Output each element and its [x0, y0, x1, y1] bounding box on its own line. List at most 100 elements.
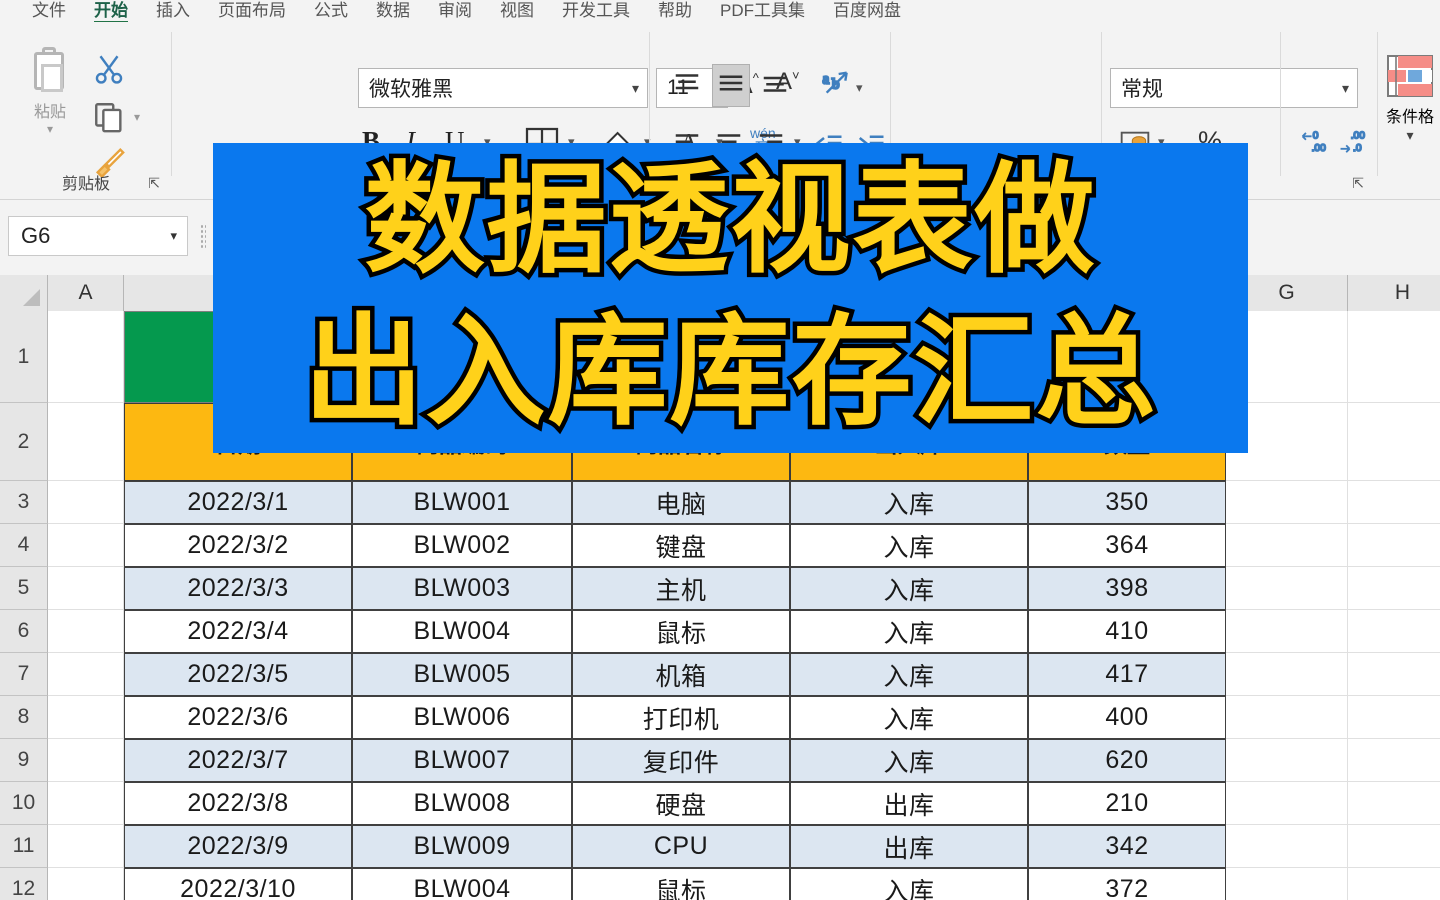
- cell-A9[interactable]: [48, 739, 124, 782]
- row-header-6[interactable]: 6: [0, 610, 48, 653]
- table-row[interactable]: 2022/3/4 BLW004 鼠标 入库 410: [124, 610, 1226, 653]
- table-cell[interactable]: 机箱: [572, 653, 790, 696]
- chevron-down-icon[interactable]: ▾: [1342, 80, 1357, 97]
- ribbon-tab-0[interactable]: 文件: [18, 0, 80, 22]
- column-header-A[interactable]: A: [48, 275, 124, 311]
- increase-decimal-icon[interactable]: 0 .00: [1298, 126, 1332, 163]
- cell-A11[interactable]: [48, 825, 124, 868]
- cell-H4[interactable]: [1348, 524, 1440, 567]
- number-format-combo[interactable]: 常规 ▾: [1110, 68, 1358, 108]
- cell-A6[interactable]: [48, 610, 124, 653]
- table-cell[interactable]: BLW004: [352, 868, 572, 900]
- cell-H6[interactable]: [1348, 610, 1440, 653]
- cell-H10[interactable]: [1348, 782, 1440, 825]
- ribbon-tab-4[interactable]: 公式: [300, 0, 362, 22]
- table-cell[interactable]: 210: [1028, 782, 1226, 825]
- cut-icon[interactable]: [92, 52, 126, 91]
- row-header-7[interactable]: 7: [0, 653, 48, 696]
- table-cell[interactable]: 入库: [790, 653, 1028, 696]
- table-cell[interactable]: BLW005: [352, 653, 572, 696]
- ribbon-tab-5[interactable]: 数据: [362, 0, 424, 22]
- chevron-down-icon[interactable]: ▾: [170, 228, 187, 244]
- ribbon-tab-2[interactable]: 插入: [142, 0, 204, 22]
- cell-A8[interactable]: [48, 696, 124, 739]
- cell-A4[interactable]: [48, 524, 124, 567]
- table-cell[interactable]: BLW006: [352, 696, 572, 739]
- row-header-2[interactable]: 2: [0, 403, 48, 481]
- table-cell[interactable]: 复印件: [572, 739, 790, 782]
- table-cell[interactable]: 出库: [790, 825, 1028, 868]
- table-cell[interactable]: 入库: [790, 524, 1028, 567]
- paste-button[interactable]: 粘贴 ▾: [18, 47, 82, 136]
- copy-icon[interactable]: [92, 100, 126, 139]
- decrease-decimal-icon[interactable]: .00 .0: [1336, 126, 1370, 163]
- align-top-icon[interactable]: [672, 68, 702, 103]
- table-cell[interactable]: 2022/3/2: [124, 524, 352, 567]
- cell-G9[interactable]: [1226, 739, 1348, 782]
- table-row[interactable]: 2022/3/8 BLW008 硬盘 出库 210: [124, 782, 1226, 825]
- cell-H7[interactable]: [1348, 653, 1440, 696]
- ribbon-tab-8[interactable]: 开发工具: [548, 0, 644, 22]
- align-middle-icon[interactable]: [712, 64, 750, 107]
- column-header-H[interactable]: H: [1348, 275, 1440, 311]
- table-cell[interactable]: 2022/3/6: [124, 696, 352, 739]
- orientation-chevron-down-icon[interactable]: ▾: [856, 80, 863, 96]
- chevron-down-icon[interactable]: ▾: [1386, 127, 1434, 144]
- number-dialog-launcher[interactable]: ⇱: [1352, 175, 1364, 192]
- table-cell[interactable]: BLW001: [352, 481, 572, 524]
- cell-H1[interactable]: [1348, 311, 1440, 403]
- cell-A7[interactable]: [48, 653, 124, 696]
- table-row[interactable]: 2022/3/1 BLW001 电脑 入库 350: [124, 481, 1226, 524]
- table-cell[interactable]: 鼠标: [572, 610, 790, 653]
- table-cell[interactable]: CPU: [572, 825, 790, 868]
- cell-G8[interactable]: [1226, 696, 1348, 739]
- table-cell[interactable]: 400: [1028, 696, 1226, 739]
- row-header-1[interactable]: 1: [0, 311, 48, 403]
- table-cell[interactable]: 2022/3/3: [124, 567, 352, 610]
- copy-chevron-down-icon[interactable]: ▾: [134, 110, 140, 124]
- cell-G12[interactable]: [1226, 868, 1348, 900]
- table-row[interactable]: 2022/3/5 BLW005 机箱 入库 417: [124, 653, 1226, 696]
- cell-G6[interactable]: [1226, 610, 1348, 653]
- table-cell[interactable]: BLW004: [352, 610, 572, 653]
- table-row[interactable]: 2022/3/6 BLW006 打印机 入库 400: [124, 696, 1226, 739]
- ribbon-tab-7[interactable]: 视图: [486, 0, 548, 22]
- cell-A3[interactable]: [48, 481, 124, 524]
- table-cell[interactable]: 入库: [790, 696, 1028, 739]
- table-cell[interactable]: BLW008: [352, 782, 572, 825]
- table-cell[interactable]: 364: [1028, 524, 1226, 567]
- cell-H8[interactable]: [1348, 696, 1440, 739]
- table-cell[interactable]: 2022/3/1: [124, 481, 352, 524]
- align-bottom-icon[interactable]: [760, 68, 790, 103]
- cell-A1[interactable]: [48, 311, 124, 403]
- table-cell[interactable]: 鼠标: [572, 868, 790, 900]
- table-cell[interactable]: 342: [1028, 825, 1226, 868]
- cell-H5[interactable]: [1348, 567, 1440, 610]
- ribbon-tab-9[interactable]: 帮助: [644, 0, 706, 22]
- cell-H3[interactable]: [1348, 481, 1440, 524]
- chevron-down-icon[interactable]: ▾: [632, 80, 647, 97]
- table-cell[interactable]: 2022/3/8: [124, 782, 352, 825]
- ribbon-tab-1[interactable]: 开始: [80, 0, 142, 22]
- table-row[interactable]: 2022/3/2 BLW002 键盘 入库 364: [124, 524, 1226, 567]
- table-cell[interactable]: 入库: [790, 610, 1028, 653]
- table-cell[interactable]: 入库: [790, 481, 1028, 524]
- cell-H11[interactable]: [1348, 825, 1440, 868]
- table-cell[interactable]: BLW009: [352, 825, 572, 868]
- table-cell[interactable]: 2022/3/7: [124, 739, 352, 782]
- cell-A5[interactable]: [48, 567, 124, 610]
- select-all-corner[interactable]: [0, 275, 48, 311]
- row-header-12[interactable]: 12: [0, 868, 48, 900]
- cell-G10[interactable]: [1226, 782, 1348, 825]
- cell-A10[interactable]: [48, 782, 124, 825]
- cell-G11[interactable]: [1226, 825, 1348, 868]
- font-name-combo[interactable]: 微软雅黑 ▾: [358, 68, 648, 108]
- cell-G3[interactable]: [1226, 481, 1348, 524]
- formula-bar-grip[interactable]: [200, 224, 206, 248]
- table-cell[interactable]: BLW007: [352, 739, 572, 782]
- table-cell[interactable]: 620: [1028, 739, 1226, 782]
- table-cell[interactable]: 2022/3/9: [124, 825, 352, 868]
- row-header-9[interactable]: 9: [0, 739, 48, 782]
- table-cell[interactable]: 入库: [790, 868, 1028, 900]
- table-cell[interactable]: 入库: [790, 567, 1028, 610]
